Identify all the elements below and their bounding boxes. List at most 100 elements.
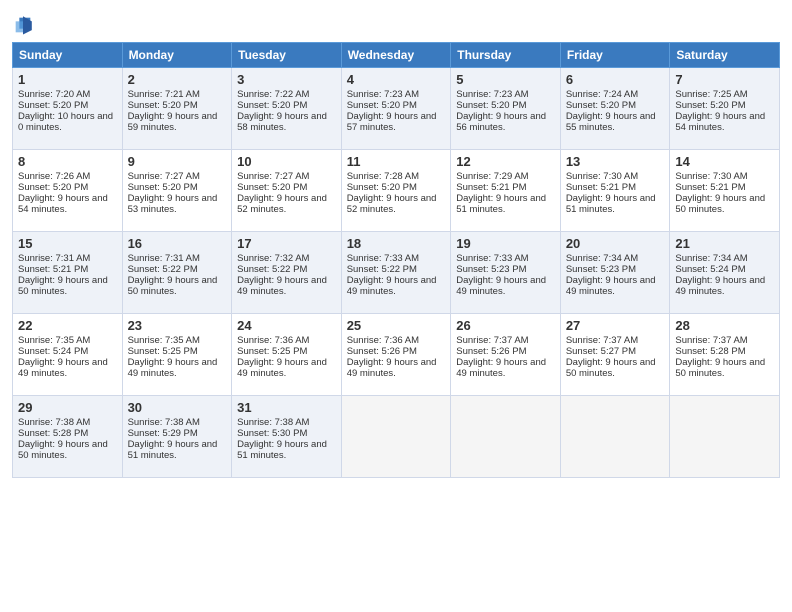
page-header	[12, 10, 780, 36]
day-cell: 1Sunrise: 7:20 AMSunset: 5:20 PMDaylight…	[13, 68, 123, 150]
logo	[12, 14, 37, 36]
sunrise-label: Sunrise: 7:27 AM	[128, 171, 200, 182]
sunrise-label: Sunrise: 7:38 AM	[237, 417, 309, 428]
day-number: 12	[456, 154, 555, 169]
sunset-label: Sunset: 5:22 PM	[128, 264, 198, 275]
daylight-label: Daylight: 9 hours and 50 minutes.	[18, 275, 108, 297]
day-cell: 15Sunrise: 7:31 AMSunset: 5:21 PMDayligh…	[13, 232, 123, 314]
daylight-label: Daylight: 9 hours and 49 minutes.	[237, 275, 327, 297]
daylight-label: Daylight: 9 hours and 52 minutes.	[347, 193, 437, 215]
day-cell: 20Sunrise: 7:34 AMSunset: 5:23 PMDayligh…	[560, 232, 670, 314]
day-cell: 6Sunrise: 7:24 AMSunset: 5:20 PMDaylight…	[560, 68, 670, 150]
sunrise-label: Sunrise: 7:31 AM	[128, 253, 200, 264]
sunrise-label: Sunrise: 7:30 AM	[566, 171, 638, 182]
day-number: 23	[128, 318, 227, 333]
sunset-label: Sunset: 5:24 PM	[675, 264, 745, 275]
daylight-label: Daylight: 9 hours and 49 minutes.	[128, 357, 218, 379]
daylight-label: Daylight: 9 hours and 51 minutes.	[237, 439, 327, 461]
sunrise-label: Sunrise: 7:32 AM	[237, 253, 309, 264]
day-cell: 12Sunrise: 7:29 AMSunset: 5:21 PMDayligh…	[451, 150, 561, 232]
day-number: 21	[675, 236, 774, 251]
sunrise-label: Sunrise: 7:31 AM	[18, 253, 90, 264]
col-header-wednesday: Wednesday	[341, 43, 451, 68]
daylight-label: Daylight: 9 hours and 57 minutes.	[347, 111, 437, 133]
sunrise-label: Sunrise: 7:22 AM	[237, 89, 309, 100]
daylight-label: Daylight: 9 hours and 53 minutes.	[128, 193, 218, 215]
day-cell: 2Sunrise: 7:21 AMSunset: 5:20 PMDaylight…	[122, 68, 232, 150]
daylight-label: Daylight: 10 hours and 0 minutes.	[18, 111, 113, 133]
day-number: 30	[128, 400, 227, 415]
sunrise-label: Sunrise: 7:35 AM	[18, 335, 90, 346]
sunrise-label: Sunrise: 7:25 AM	[675, 89, 747, 100]
sunset-label: Sunset: 5:21 PM	[456, 182, 526, 193]
day-number: 8	[18, 154, 117, 169]
day-number: 27	[566, 318, 665, 333]
day-cell: 19Sunrise: 7:33 AMSunset: 5:23 PMDayligh…	[451, 232, 561, 314]
sunset-label: Sunset: 5:28 PM	[675, 346, 745, 357]
daylight-label: Daylight: 9 hours and 54 minutes.	[675, 111, 765, 133]
day-number: 17	[237, 236, 336, 251]
daylight-label: Daylight: 9 hours and 50 minutes.	[675, 193, 765, 215]
sunrise-label: Sunrise: 7:30 AM	[675, 171, 747, 182]
logo-icon	[12, 14, 34, 36]
day-cell: 26Sunrise: 7:37 AMSunset: 5:26 PMDayligh…	[451, 314, 561, 396]
week-row-4: 22Sunrise: 7:35 AMSunset: 5:24 PMDayligh…	[13, 314, 780, 396]
daylight-label: Daylight: 9 hours and 58 minutes.	[237, 111, 327, 133]
sunrise-label: Sunrise: 7:33 AM	[456, 253, 528, 264]
day-cell: 18Sunrise: 7:33 AMSunset: 5:22 PMDayligh…	[341, 232, 451, 314]
sunrise-label: Sunrise: 7:23 AM	[347, 89, 419, 100]
day-number: 6	[566, 72, 665, 87]
day-cell: 17Sunrise: 7:32 AMSunset: 5:22 PMDayligh…	[232, 232, 342, 314]
day-number: 19	[456, 236, 555, 251]
sunset-label: Sunset: 5:20 PM	[237, 100, 307, 111]
day-number: 11	[347, 154, 446, 169]
day-cell: 5Sunrise: 7:23 AMSunset: 5:20 PMDaylight…	[451, 68, 561, 150]
daylight-label: Daylight: 9 hours and 54 minutes.	[18, 193, 108, 215]
day-number: 10	[237, 154, 336, 169]
sunset-label: Sunset: 5:20 PM	[237, 182, 307, 193]
sunrise-label: Sunrise: 7:23 AM	[456, 89, 528, 100]
day-cell: 24Sunrise: 7:36 AMSunset: 5:25 PMDayligh…	[232, 314, 342, 396]
daylight-label: Daylight: 9 hours and 50 minutes.	[18, 439, 108, 461]
sunset-label: Sunset: 5:23 PM	[566, 264, 636, 275]
col-header-friday: Friday	[560, 43, 670, 68]
sunset-label: Sunset: 5:26 PM	[456, 346, 526, 357]
week-row-5: 29Sunrise: 7:38 AMSunset: 5:28 PMDayligh…	[13, 396, 780, 478]
daylight-label: Daylight: 9 hours and 49 minutes.	[237, 357, 327, 379]
day-number: 15	[18, 236, 117, 251]
day-cell: 28Sunrise: 7:37 AMSunset: 5:28 PMDayligh…	[670, 314, 780, 396]
day-cell: 13Sunrise: 7:30 AMSunset: 5:21 PMDayligh…	[560, 150, 670, 232]
day-number: 20	[566, 236, 665, 251]
sunrise-label: Sunrise: 7:35 AM	[128, 335, 200, 346]
day-number: 3	[237, 72, 336, 87]
day-cell: 8Sunrise: 7:26 AMSunset: 5:20 PMDaylight…	[13, 150, 123, 232]
sunset-label: Sunset: 5:28 PM	[18, 428, 88, 439]
sunset-label: Sunset: 5:20 PM	[128, 100, 198, 111]
sunset-label: Sunset: 5:29 PM	[128, 428, 198, 439]
sunrise-label: Sunrise: 7:36 AM	[347, 335, 419, 346]
daylight-label: Daylight: 9 hours and 49 minutes.	[566, 275, 656, 297]
day-cell: 7Sunrise: 7:25 AMSunset: 5:20 PMDaylight…	[670, 68, 780, 150]
sunset-label: Sunset: 5:26 PM	[347, 346, 417, 357]
day-number: 22	[18, 318, 117, 333]
day-cell	[670, 396, 780, 478]
day-cell: 25Sunrise: 7:36 AMSunset: 5:26 PMDayligh…	[341, 314, 451, 396]
day-cell: 10Sunrise: 7:27 AMSunset: 5:20 PMDayligh…	[232, 150, 342, 232]
daylight-label: Daylight: 9 hours and 49 minutes.	[347, 275, 437, 297]
col-header-thursday: Thursday	[451, 43, 561, 68]
sunrise-label: Sunrise: 7:34 AM	[675, 253, 747, 264]
daylight-label: Daylight: 9 hours and 51 minutes.	[566, 193, 656, 215]
day-number: 18	[347, 236, 446, 251]
day-cell: 14Sunrise: 7:30 AMSunset: 5:21 PMDayligh…	[670, 150, 780, 232]
day-number: 26	[456, 318, 555, 333]
sunset-label: Sunset: 5:20 PM	[18, 182, 88, 193]
day-cell: 21Sunrise: 7:34 AMSunset: 5:24 PMDayligh…	[670, 232, 780, 314]
day-number: 5	[456, 72, 555, 87]
daylight-label: Daylight: 9 hours and 50 minutes.	[566, 357, 656, 379]
sunset-label: Sunset: 5:22 PM	[347, 264, 417, 275]
day-cell: 3 Sunrise: 7:22 AMSunset: 5:20 PMDaylight…	[232, 68, 342, 150]
sunrise-label: Sunrise: 7:38 AM	[128, 417, 200, 428]
sunset-label: Sunset: 5:20 PM	[347, 182, 417, 193]
day-cell	[451, 396, 561, 478]
daylight-label: Daylight: 9 hours and 50 minutes.	[675, 357, 765, 379]
